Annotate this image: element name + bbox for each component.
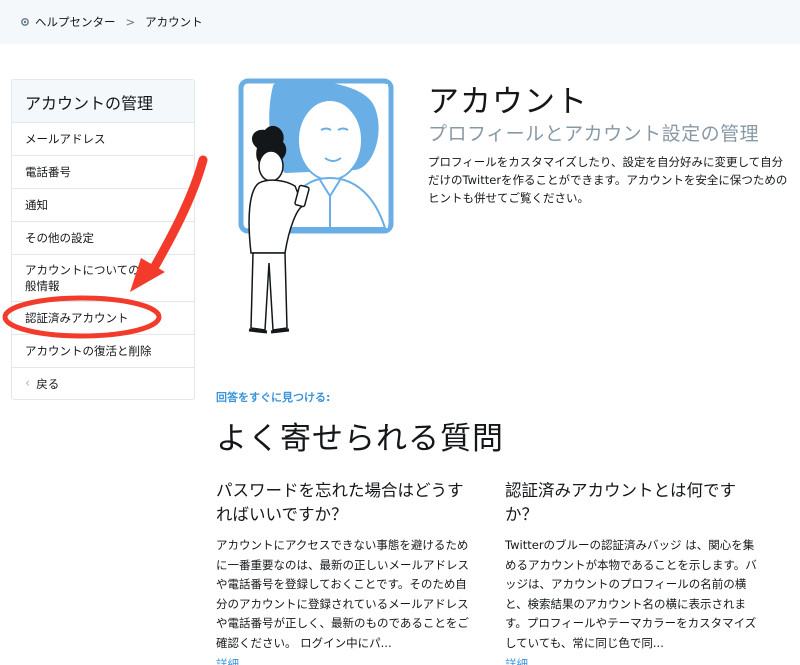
sidebar-back-link[interactable]: ‹ 戻る [12, 368, 194, 399]
chevron-left-icon: ‹ [25, 375, 31, 391]
breadcrumb-separator: > [125, 15, 136, 29]
faq-more-link[interactable]: 詳細。 [505, 656, 760, 665]
sidebar-item-verified-account[interactable]: 認証済みアカウント [12, 302, 194, 335]
faq-question[interactable]: パスワードを忘れた場合はどうすればいいですか？ [216, 479, 470, 527]
sidebar-nav: アカウントの管理 メールアドレス 電話番号 通知 その他の設定 アカウントについ… [11, 79, 195, 400]
top-bar: ヘルプセンター > アカウント [0, 0, 800, 44]
faq-card-forgot-password: パスワードを忘れた場合はどうすればいいですか？ アカウントにアクセスできない事態… [216, 479, 470, 665]
sidebar-title[interactable]: アカウントの管理 [12, 80, 194, 123]
sidebar-item-phone[interactable]: 電話番号 [12, 156, 194, 189]
faq-more-link[interactable]: 詳細。 [216, 656, 470, 665]
faq-heading: よく寄せられる質問 [216, 421, 504, 457]
breadcrumb-current[interactable]: アカウント [145, 14, 203, 30]
sidebar-item-general-info[interactable]: アカウントについての一般情報 [12, 255, 194, 302]
breadcrumb: ヘルプセンター > アカウント [20, 14, 203, 30]
account-illustration [238, 78, 394, 334]
page-subtitle: プロフィールとアカウント設定の管理 [428, 123, 760, 145]
faq-question[interactable]: 認証済みアカウントとは何ですか？ [505, 479, 760, 527]
sidebar-item-reactivate-delete[interactable]: アカウントの復活と削除 [12, 335, 194, 368]
sidebar-back-label: 戻る [36, 376, 60, 391]
sidebar-item-email[interactable]: メールアドレス [12, 123, 194, 156]
sidebar-item-notifications[interactable]: 通知 [12, 189, 194, 222]
faq-card-verified-account: 認証済みアカウントとは何ですか？ Twitterのブルーの認証済みバッジ は、関… [505, 479, 760, 665]
faq-answer: Twitterのブルーの認証済みバッジ は、関心を集めるアカウントが本物であるこ… [505, 538, 757, 650]
breadcrumb-help-center[interactable]: ヘルプセンター [35, 14, 116, 30]
sidebar-item-other-settings[interactable]: その他の設定 [12, 222, 194, 255]
faq-kicker: 回答をすぐに見つける: [216, 391, 331, 404]
page-title: アカウント [428, 84, 588, 120]
page-description: プロフィールをカスタマイズしたり、設定を自分好みに変更して自分だけのTwitte… [428, 155, 788, 205]
home-icon[interactable] [20, 17, 30, 27]
faq-answer: アカウントにアクセスできない事態を避けるために一番重要なのは、最新の正しいメール… [216, 538, 469, 650]
